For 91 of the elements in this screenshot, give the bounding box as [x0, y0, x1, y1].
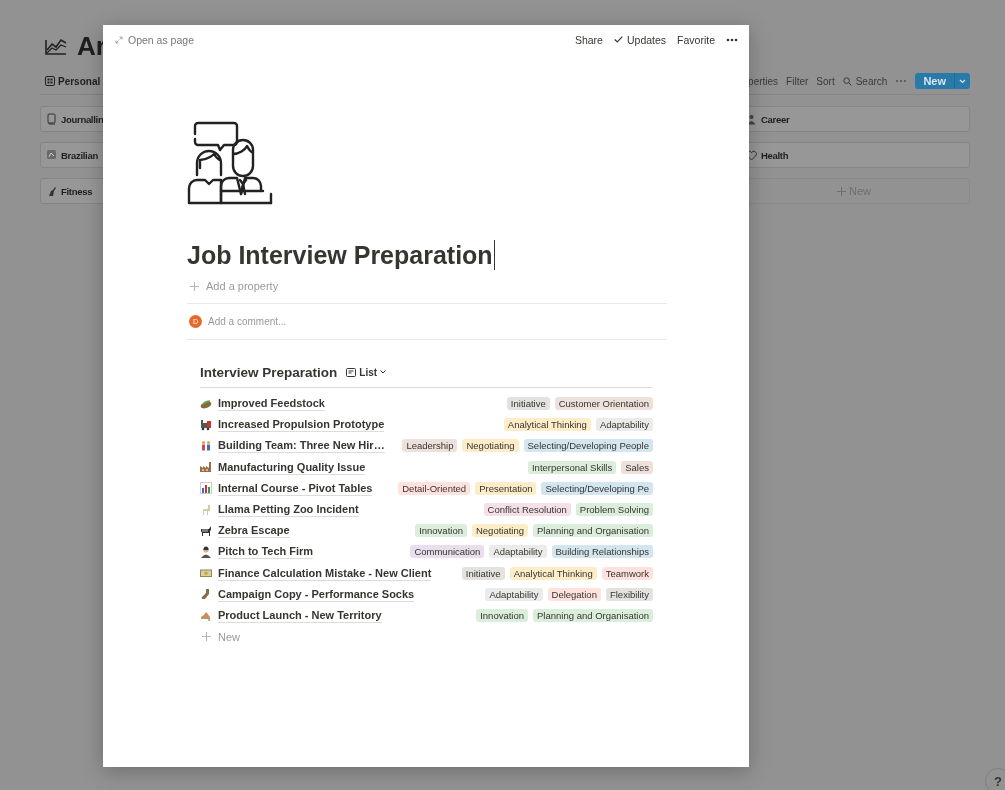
- row-title[interactable]: Building Team: Three New Hir…: [218, 438, 385, 454]
- list-row[interactable]: Increased Propulsion Prototype Analytical Thinking Adaptability: [200, 414, 653, 436]
- tag: Adaptability: [485, 587, 543, 601]
- tag: Initiative: [461, 566, 505, 580]
- header-button[interactable]: Updates: [613, 33, 667, 46]
- tag: Conflict Resolution: [483, 503, 571, 517]
- chevron-down-icon: [959, 78, 966, 84]
- tag: Delegation: [547, 587, 601, 601]
- tag: Negotiating: [471, 524, 529, 538]
- tag: Analytical Thinking: [503, 418, 591, 432]
- plus-icon: [837, 186, 846, 196]
- plus-icon: [190, 281, 199, 291]
- card-title: Journallin: [61, 113, 104, 125]
- factory-icon: [200, 461, 212, 474]
- page-title[interactable]: Job Interview Preparation: [187, 240, 493, 270]
- tag: Leadership: [402, 439, 458, 453]
- tag: Innovation: [415, 524, 467, 538]
- row-title[interactable]: Finance Calculation Mistake - New Client: [218, 565, 432, 581]
- view-tab[interactable]: Personal: [40, 75, 101, 87]
- chevron-down-icon: [380, 370, 387, 374]
- tag: Problem Solving: [575, 503, 653, 517]
- list-row[interactable]: Pitch to Tech Firm Communication Adaptability Building Relationships: [200, 541, 653, 563]
- row-title[interactable]: Increased Propulsion Prototype: [218, 417, 385, 433]
- toolbar-button[interactable]: Filter: [786, 75, 809, 87]
- search-icon: [842, 76, 852, 86]
- list-row[interactable]: Llama Petting Zoo Incident Conflict Resolution Problem Solving: [200, 498, 653, 521]
- toolbar-button[interactable]: Sort: [816, 75, 835, 87]
- tag: Building Relationships: [551, 545, 653, 559]
- row-title[interactable]: Llama Petting Zoo Incident: [218, 502, 359, 518]
- card-title: Health: [761, 149, 789, 161]
- loaf-icon: [200, 397, 212, 410]
- list-row[interactable]: Zebra Escape Innovation Negotiating Planning and Organisation: [200, 520, 653, 542]
- list-row[interactable]: Product Launch - New Territory Innovation Planning and Organisation: [200, 604, 653, 627]
- tag: Sales: [621, 460, 653, 474]
- tag: Adaptability: [489, 545, 547, 559]
- chart-icon: [44, 36, 68, 56]
- more-icon[interactable]: [726, 37, 738, 42]
- tag: Planning and Organisation: [533, 524, 653, 538]
- list-row[interactable]: Campaign Copy - Performance Socks Adaptability Delegation Flexibility: [200, 583, 653, 605]
- row-title[interactable]: Zebra Escape: [218, 523, 290, 539]
- check-icon: [613, 36, 623, 43]
- people-icon: [200, 439, 212, 452]
- tag: Analytical Thinking: [509, 566, 597, 580]
- list-row[interactable]: Internal Course - Pivot Tables Detail-Oriented Presentation Selecting/Developing Pe: [200, 477, 653, 499]
- tag: Negotiating: [462, 439, 519, 453]
- tag: Communication: [410, 545, 485, 559]
- list-icon: [346, 367, 357, 377]
- text-cursor: [493, 240, 495, 270]
- runner-icon: [46, 185, 57, 197]
- tag: Interpersonal Skills: [527, 460, 617, 474]
- database-title: Interview Preparation: [200, 364, 338, 380]
- tag: Innovation: [476, 608, 529, 622]
- picture-icon: [46, 149, 57, 161]
- view-switcher[interactable]: List: [346, 366, 387, 378]
- tag: Teamwork: [601, 566, 653, 580]
- plus-icon: [202, 632, 211, 642]
- row-title[interactable]: Campaign Copy - Performance Socks: [218, 586, 415, 602]
- list-row[interactable]: Finance Calculation Mistake - New Client Initiative Analytical Thinking Teamwork: [200, 562, 653, 584]
- new-button[interactable]: New: [915, 73, 970, 89]
- header-button[interactable]: Share: [574, 33, 603, 46]
- tag: Selecting/Developing People: [523, 439, 653, 453]
- tag: Adaptability: [595, 418, 653, 432]
- tag: Customer Orientation: [554, 397, 653, 411]
- tag: Initiative: [506, 397, 550, 411]
- page-title: Ar: [77, 32, 106, 60]
- search-button[interactable]: Search: [842, 75, 888, 87]
- grid-icon: [45, 76, 55, 86]
- row-title[interactable]: Pitch to Tech Firm: [218, 544, 314, 560]
- open-as-page-button[interactable]: Open as page: [115, 33, 194, 46]
- row-title[interactable]: Product Launch - New Territory: [218, 607, 382, 623]
- row-title[interactable]: Improved Feedstock: [218, 396, 325, 412]
- tag: Detail-Oriented: [398, 481, 471, 495]
- list-row[interactable]: Manufacturing Quality Issue Interpersonal Skills Sales: [200, 456, 653, 478]
- row-title[interactable]: Manufacturing Quality Issue: [218, 459, 366, 475]
- tag: Flexibility: [605, 587, 653, 601]
- card-title: Career: [761, 113, 790, 125]
- tag: Presentation: [475, 481, 537, 495]
- bar-chart-icon: [200, 482, 212, 495]
- list-row[interactable]: Building Team: Three New Hir… Leadership Negotiating Selecting/Developing People: [200, 435, 653, 457]
- notebook-icon: [46, 113, 57, 125]
- banknote-icon: [200, 567, 212, 580]
- toolbar-button[interactable]: perties: [748, 75, 779, 87]
- sock-icon: [200, 588, 212, 601]
- train-icon: [200, 418, 212, 431]
- card-title: Brazilian: [61, 149, 98, 161]
- list-row[interactable]: Improved Feedstock Initiative Customer Orientation: [200, 393, 653, 415]
- row-title[interactable]: Internal Course - Pivot Tables: [218, 480, 373, 496]
- tag: Selecting/Developing Pe: [541, 481, 653, 495]
- header-button[interactable]: Favorite: [677, 33, 715, 46]
- tag: Planning and Organisation: [533, 608, 653, 622]
- card-title: Fitness: [61, 185, 93, 197]
